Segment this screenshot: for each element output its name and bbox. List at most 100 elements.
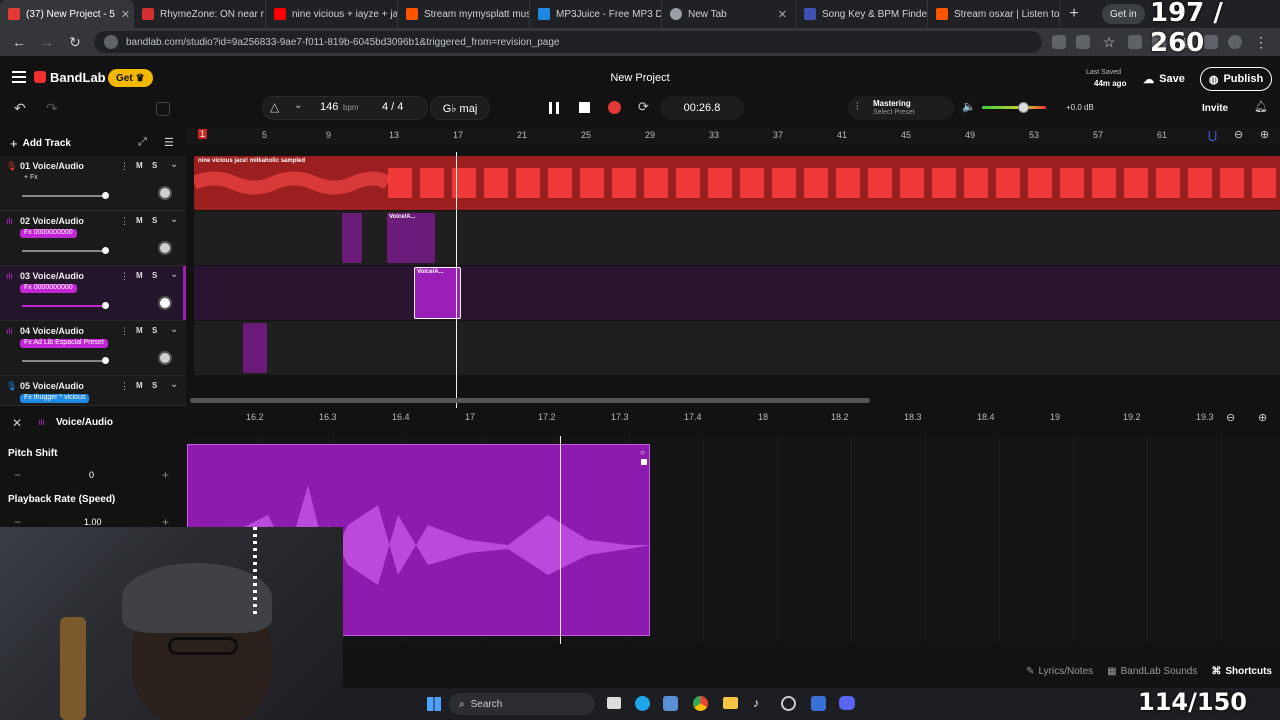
publish-button[interactable]: ◍ Publish <box>1200 67 1272 91</box>
zoom-out-icon[interactable]: ⊖ <box>1234 128 1243 141</box>
track-volume-slider[interactable] <box>22 247 109 254</box>
track-volume-slider[interactable] <box>22 357 109 364</box>
solo-button[interactable]: S <box>152 216 157 225</box>
editor-ruler[interactable]: 16.2 16.3 16.4 17 17.2 17.3 17.4 18 18.2… <box>186 408 1280 428</box>
track-name[interactable]: 02 Voice/Audio <box>20 216 84 226</box>
bookmark-manager-icon[interactable] <box>1052 35 1066 49</box>
audio-clip-selected[interactable]: Voice/A... <box>414 267 461 319</box>
loop-icon[interactable]: ⟳ <box>638 99 649 115</box>
solo-button[interactable]: S <box>152 381 157 390</box>
timeline-ruler[interactable]: 1 5 9 13 17 21 25 29 33 37 41 45 49 53 5… <box>186 128 1280 144</box>
close-icon[interactable]: ✕ <box>12 416 22 430</box>
track-fx-badge[interactable]: Fx 0000000000 <box>20 229 77 238</box>
hamburger-icon[interactable] <box>12 71 26 83</box>
track-lane[interactable] <box>194 266 1280 320</box>
add-track-button[interactable]: + Add Track <box>10 134 71 152</box>
taskbar-search[interactable]: ⌕ Search <box>449 693 595 715</box>
speaker-icon[interactable]: 🔈 <box>962 100 976 113</box>
volume-knob[interactable] <box>102 357 109 364</box>
copy-icon[interactable] <box>156 102 170 116</box>
track-name[interactable]: 04 Voice/Audio <box>20 326 84 336</box>
close-icon[interactable]: ✕ <box>778 8 787 21</box>
solo-button[interactable]: S <box>152 326 157 335</box>
track-header[interactable]: ılı 04 Voice/Audio Fx Ad Lib Espacial Pr… <box>0 321 186 376</box>
brand-name[interactable]: BandLab <box>50 70 106 85</box>
mute-button[interactable]: M <box>136 326 143 335</box>
pan-knob[interactable] <box>158 351 172 365</box>
chevron-down-icon[interactable]: ⌄ <box>170 324 178 335</box>
browser-tab[interactable]: Stream mymysplatt mus ✕ <box>398 0 530 28</box>
forward-icon[interactable]: → <box>38 34 56 50</box>
metronome-icon[interactable]: △ <box>270 100 279 114</box>
key-selector[interactable]: G♭ maj <box>430 96 490 120</box>
audio-clip[interactable] <box>243 323 267 373</box>
back-icon[interactable]: ← <box>10 34 28 50</box>
more-icon[interactable]: ⋮ <box>120 216 129 227</box>
bpm-value[interactable]: 146 <box>320 101 338 113</box>
app-icon[interactable] <box>781 696 796 711</box>
chevron-down-icon[interactable]: ⌄ <box>170 214 178 225</box>
audio-clip[interactable]: Voice/A... <box>387 213 435 263</box>
track-header[interactable]: ılı 03 Voice/Audio Fx 0000000000 ⋮ M S ⌄ <box>0 266 186 321</box>
track-name[interactable]: 03 Voice/Audio <box>20 271 84 281</box>
playhead[interactable] <box>456 152 457 408</box>
mute-button[interactable]: M <box>136 271 143 280</box>
get-membership-button[interactable]: Get ♛ <box>108 69 153 87</box>
track-header[interactable]: 🎙︎ 01 Voice/Audio + Fx ⋮ M S ⌄ <box>0 156 186 211</box>
chevron-down-icon[interactable]: ⌄ <box>170 379 178 390</box>
track-fx-badge[interactable]: Fx Ad Lib Espacial Preset <box>20 339 108 348</box>
chrome-icon[interactable] <box>693 696 708 711</box>
more-icon[interactable]: ⋮ <box>120 161 129 172</box>
track-header[interactable]: 🎙︎ 05 Voice/Audio Fx thugger * vicious ⋮… <box>0 376 186 406</box>
tiktok-icon[interactable]: ♪ <box>753 696 759 710</box>
discord-icon[interactable] <box>839 696 855 710</box>
stop-icon[interactable] <box>579 102 590 113</box>
bell-icon[interactable]: 🔔︎ <box>1254 100 1268 113</box>
share-icon[interactable] <box>1076 35 1090 49</box>
clip-resize-handle[interactable] <box>641 459 647 465</box>
bandlab-sounds-button[interactable]: ▦ BandLab Sounds <box>1107 666 1197 677</box>
track-lane[interactable] <box>194 321 1280 375</box>
windows-start-icon[interactable] <box>427 697 441 711</box>
bandlab-logo-icon[interactable] <box>34 71 46 83</box>
chevron-down-icon[interactable]: ⌄ <box>294 100 302 111</box>
browser-tab[interactable]: MP3Juice - Free MP3 Do ✕ <box>530 0 662 28</box>
mastering-button[interactable]: ⫶ Mastering Select Preset <box>848 96 954 120</box>
loop-handle-icon[interactable]: ○ <box>640 448 645 457</box>
track-header[interactable]: ılı 02 Voice/Audio Fx 0000000000 ⋮ M S ⌄ <box>0 211 186 266</box>
audio-clip[interactable] <box>342 213 362 263</box>
more-icon[interactable]: ⋮ <box>120 326 129 337</box>
browser-tab[interactable]: Stream osxar | Listen to ✕ <box>928 0 1060 28</box>
volume-knob[interactable] <box>102 302 109 309</box>
more-icon[interactable]: ⋮ <box>120 271 129 282</box>
editor-playhead[interactable] <box>560 436 561 644</box>
zoom-out-icon[interactable]: ⊖ <box>1226 411 1235 424</box>
pan-knob[interactable] <box>158 241 172 255</box>
automation-icon[interactable]: ⤢ <box>138 136 147 149</box>
track-volume-slider[interactable] <box>22 302 109 309</box>
volume-knob[interactable] <box>102 192 109 199</box>
snap-magnet-icon[interactable]: ⋃ <box>1208 129 1217 142</box>
app-icon[interactable] <box>811 696 826 711</box>
chevron-down-icon[interactable]: ⌄ <box>170 159 178 170</box>
getinfo-button[interactable]: Get in <box>1102 4 1145 24</box>
track-name[interactable]: 01 Voice/Audio <box>20 161 84 171</box>
invite-button[interactable]: Invite <box>1202 100 1228 116</box>
mute-button[interactable]: M <box>136 161 143 170</box>
url-field[interactable]: bandlab.com/studio?id=9a256833-9ae7-f011… <box>94 31 1042 53</box>
master-volume-slider[interactable] <box>982 102 1046 113</box>
solo-button[interactable]: S <box>152 271 157 280</box>
project-title[interactable]: New Project <box>600 72 680 84</box>
save-button[interactable]: ☁ Save <box>1134 68 1194 90</box>
browser-tab[interactable]: RhymeZone: ON near r ✕ <box>134 0 266 28</box>
reload-icon[interactable]: ↻ <box>66 34 84 51</box>
file-explorer-icon[interactable] <box>723 697 738 709</box>
playback-rate-value[interactable]: 1.00 <box>84 517 102 527</box>
pitch-decrease-button[interactable]: − <box>14 468 21 482</box>
track-settings-icon[interactable]: ☰ <box>164 136 174 149</box>
pitch-increase-button[interactable]: + <box>162 468 169 482</box>
more-icon[interactable]: ⋮ <box>120 381 129 392</box>
undo-icon[interactable]: ↶ <box>14 100 26 117</box>
pan-knob[interactable] <box>158 186 172 200</box>
browser-tab[interactable]: Song Key & BPM Finde ✕ <box>796 0 928 28</box>
